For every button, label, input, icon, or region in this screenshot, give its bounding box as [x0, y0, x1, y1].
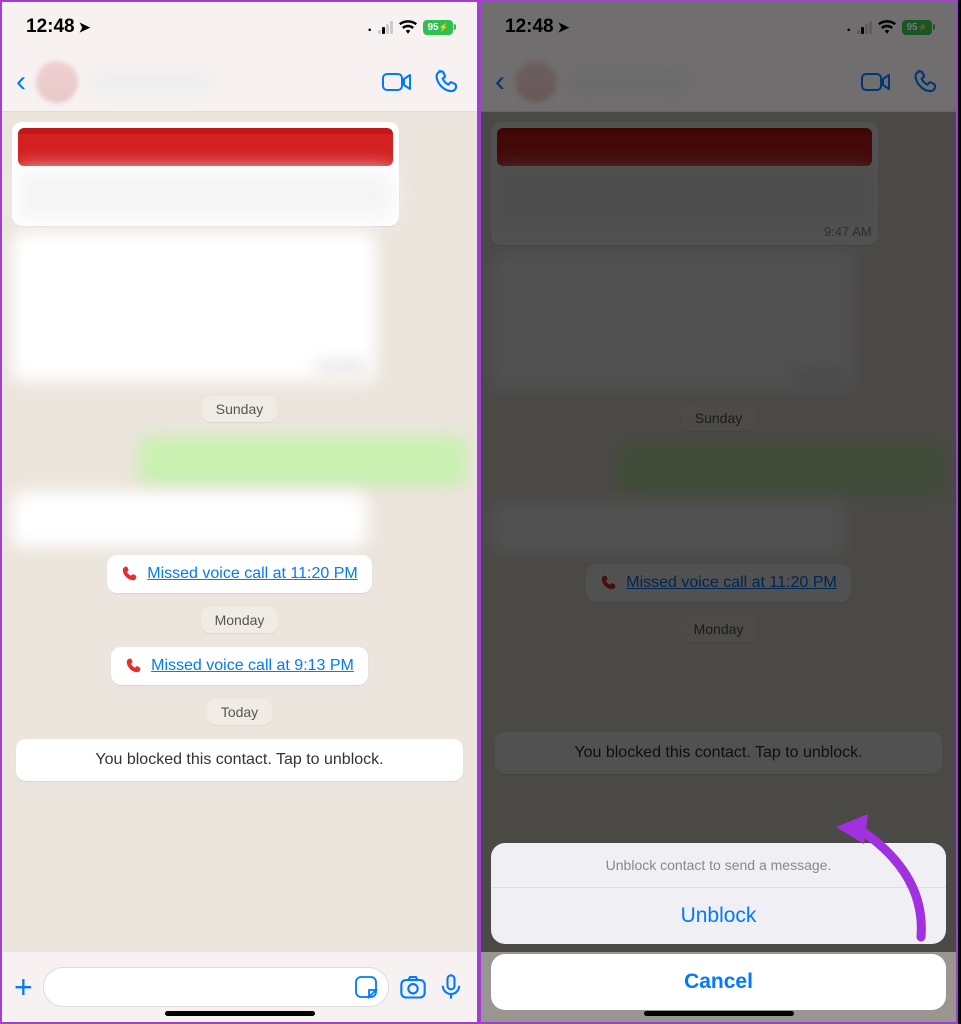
- sheet-title: Unblock contact to send a message.: [491, 843, 946, 888]
- date-separator: Sunday: [681, 405, 756, 431]
- phone-right: 12:48 ➤ . 95⚡ ‹ 9:47 AM 6:03 PM Sund: [479, 0, 958, 1024]
- message-bubble[interactable]: [12, 492, 367, 547]
- contact-name[interactable]: [571, 71, 691, 93]
- missed-call-text: Missed voice call at 9:13 PM: [151, 657, 354, 675]
- unblock-button[interactable]: Unblock: [491, 888, 946, 944]
- wifi-icon: [878, 20, 896, 34]
- status-bar: 12:48 ➤ . 95⚡: [2, 2, 477, 52]
- wifi-icon: [399, 20, 417, 34]
- date-separator: Monday: [201, 607, 279, 633]
- message-input[interactable]: [43, 967, 389, 1007]
- signal-icon: [857, 21, 872, 34]
- battery-icon: 95⚡: [423, 20, 453, 35]
- message-bubble[interactable]: [12, 122, 399, 226]
- voice-call-button[interactable]: [431, 66, 463, 98]
- date-separator: Sunday: [202, 396, 277, 422]
- blocked-banner: You blocked this contact. Tap to unblock…: [495, 732, 942, 774]
- avatar[interactable]: [36, 61, 78, 103]
- missed-call-bubble[interactable]: Missed voice call at 9:13 PM: [111, 647, 368, 685]
- missed-call-text: Missed voice call at 11:20 PM: [147, 565, 357, 583]
- missed-call-icon: [121, 565, 139, 583]
- media-thumbnail: [18, 128, 393, 166]
- dot: .: [368, 18, 372, 36]
- message-bubble[interactable]: 6:03 PM: [12, 232, 376, 382]
- action-sheet: Unblock contact to send a message. Unblo…: [491, 843, 946, 1010]
- status-time: 12:48: [505, 16, 554, 38]
- message-bubble-outgoing: [618, 445, 946, 495]
- cancel-button[interactable]: Cancel: [491, 954, 946, 1010]
- attach-button[interactable]: +: [14, 969, 33, 1006]
- mic-button[interactable]: [437, 973, 465, 1001]
- missed-call-text: Missed voice call at 11:20 PM: [626, 574, 836, 592]
- date-separator: Monday: [680, 616, 758, 642]
- dot: .: [847, 18, 851, 36]
- message-time: 6:03 PM: [795, 368, 843, 383]
- home-indicator[interactable]: [644, 1011, 794, 1016]
- missed-call-bubble[interactable]: Missed voice call at 11:20 PM: [107, 555, 371, 593]
- message-bubble: 9:47 AM: [491, 122, 878, 245]
- message-bubble-outgoing[interactable]: [139, 436, 467, 486]
- missed-call-bubble: Missed voice call at 11:20 PM: [586, 564, 850, 602]
- nav-bar: ‹: [481, 52, 956, 112]
- battery-icon: 95⚡: [902, 20, 932, 35]
- blocked-banner[interactable]: You blocked this contact. Tap to unblock…: [16, 739, 463, 781]
- message-bubble: [491, 501, 846, 556]
- missed-call-icon: [125, 657, 143, 675]
- date-separator: Today: [207, 699, 272, 725]
- video-call-button[interactable]: [381, 66, 413, 98]
- back-button[interactable]: ‹: [495, 65, 505, 99]
- phone-left: 12:48 ➤ . 95⚡ ‹ 6:03 PM Sunday: [0, 0, 479, 1024]
- voice-call-button[interactable]: [910, 66, 942, 98]
- location-icon: ➤: [558, 19, 570, 36]
- avatar[interactable]: [515, 61, 557, 103]
- nav-bar: ‹: [2, 52, 477, 112]
- back-button[interactable]: ‹: [16, 65, 26, 99]
- signal-icon: [378, 21, 393, 34]
- contact-name[interactable]: [92, 71, 212, 93]
- video-call-button[interactable]: [860, 66, 892, 98]
- camera-button[interactable]: [399, 973, 427, 1001]
- chat-area: 9:47 AM 6:03 PM Sunday Missed voice call…: [481, 112, 956, 952]
- message-time: 9:47 AM: [497, 224, 872, 239]
- status-time: 12:48: [26, 16, 75, 38]
- missed-call-icon: [600, 574, 618, 592]
- message-bubble: 6:03 PM: [491, 251, 855, 391]
- media-thumbnail: [497, 128, 872, 166]
- location-icon: ➤: [79, 19, 91, 36]
- message-time: 6:03 PM: [316, 359, 364, 374]
- sticker-icon[interactable]: [354, 975, 378, 999]
- chat-area[interactable]: 6:03 PM Sunday Missed voice call at 11:2…: [2, 112, 477, 952]
- status-bar: 12:48 ➤ . 95⚡: [481, 2, 956, 52]
- home-indicator[interactable]: [165, 1011, 315, 1016]
